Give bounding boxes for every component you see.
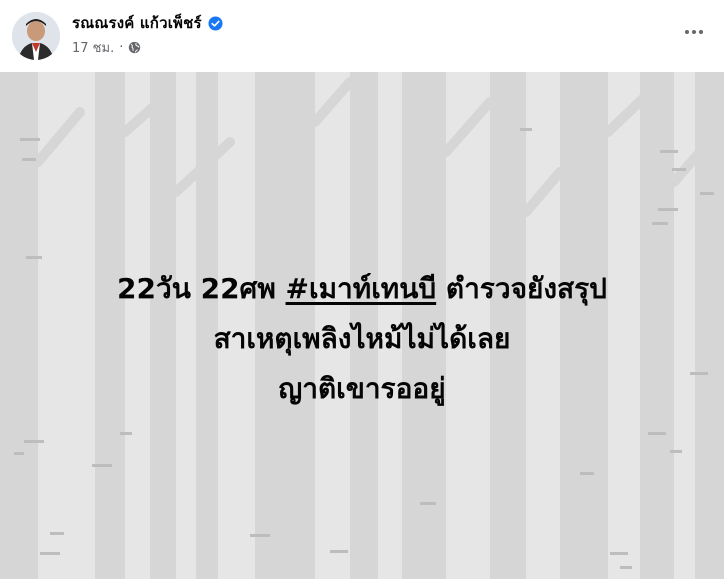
globe-icon[interactable] [128, 41, 141, 54]
post-timestamp[interactable]: 17 ชม. [72, 37, 114, 58]
author-avatar[interactable] [12, 12, 60, 60]
post-line-2: สาเหตุเพลิงไหม้ไม่ได้เลย [213, 322, 511, 355]
meta-separator: · [119, 40, 124, 55]
more-options-dot [699, 30, 703, 34]
post-line-3: ญาติเขารออยู่ [278, 372, 446, 405]
more-options-icon [685, 30, 689, 34]
post-line-1-suffix: ตำรวจยังสรุป [436, 272, 607, 305]
post-line-1-prefix: 22วัน 22ศพ [117, 272, 286, 305]
profile-photo-icon [12, 12, 60, 60]
more-options-button[interactable] [678, 16, 710, 48]
post-header: รณณรงค์ แก้วเพ็ชร์ 17 ชม. · [0, 0, 724, 72]
more-options-dot [692, 30, 696, 34]
author-name[interactable]: รณณรงค์ แก้วเพ็ชร์ [72, 11, 202, 35]
post-background: 22วัน 22ศพ #เมาท์เทนบี ตำรวจยังสรุป สาเห… [0, 72, 724, 579]
post-line-1: 22วัน 22ศพ #เมาท์เทนบี ตำรวจยังสรุป [0, 264, 724, 314]
verified-badge-icon [208, 15, 223, 31]
hashtag-link[interactable]: #เมาท์เทนบี [286, 272, 437, 305]
post-text: 22วัน 22ศพ #เมาท์เทนบี ตำรวจยังสรุป สาเห… [0, 264, 724, 414]
